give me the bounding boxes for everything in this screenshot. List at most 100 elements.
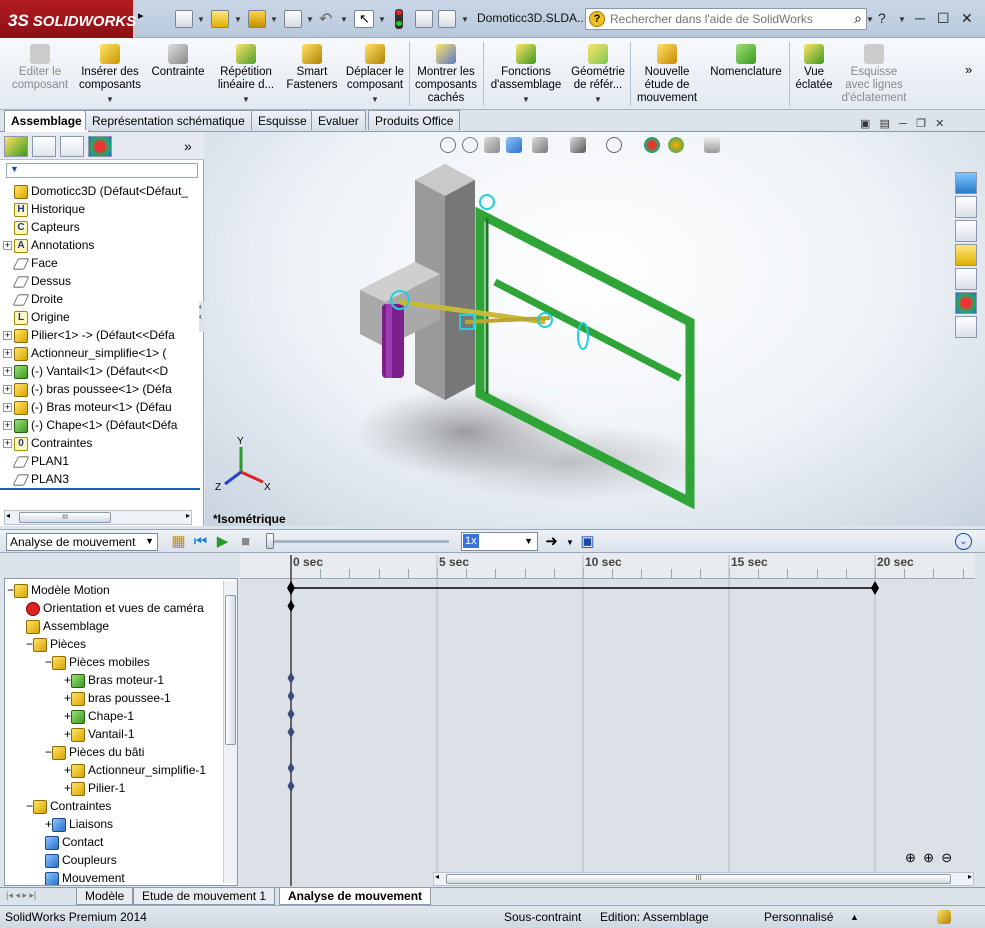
expand-plus-icon[interactable]: + bbox=[64, 691, 71, 705]
help-dropdown-icon[interactable]: ▼ bbox=[898, 15, 906, 24]
display-manager-tab-icon[interactable] bbox=[88, 136, 112, 157]
expand-plus-icon[interactable]: + bbox=[64, 727, 71, 741]
expand-plus-icon[interactable]: + bbox=[3, 385, 12, 395]
motion-tree-item[interactable]: + bras poussee-1 bbox=[64, 689, 171, 707]
help-search-input[interactable] bbox=[610, 11, 835, 27]
insert-components-button[interactable]: Insérer des composants ▼ bbox=[75, 38, 145, 110]
units-caret-icon[interactable]: ▲ bbox=[850, 912, 859, 922]
collapse-minus-icon[interactable]: − bbox=[45, 655, 52, 669]
tab-assemblage[interactable]: Assemblage bbox=[4, 110, 89, 132]
tab-nav-arrows-icon[interactable]: |◂ ◂ ▸ ▸| bbox=[6, 890, 36, 901]
viewport-split-icon[interactable]: ▣ bbox=[860, 118, 870, 130]
motion-tree-item[interactable]: Assemblage bbox=[26, 617, 109, 635]
motion-tree-item[interactable]: + Actionneur_simplifie-1 bbox=[64, 761, 206, 779]
scroll-thumb[interactable]: III bbox=[19, 512, 111, 523]
collapse-minus-icon[interactable]: − bbox=[26, 799, 33, 813]
playback-mode-dropdown-icon[interactable]: ▼ bbox=[566, 538, 574, 547]
display-style-icon[interactable] bbox=[570, 137, 586, 153]
view-orientation-icon[interactable] bbox=[532, 137, 548, 153]
smart-fasteners-button[interactable]: Smart Fasteners bbox=[283, 38, 341, 110]
select-dropdown-icon[interactable]: ▼ bbox=[378, 15, 386, 24]
options-dropdown-icon[interactable]: ▼ bbox=[461, 15, 469, 24]
status-tooltip-icon[interactable] bbox=[937, 910, 951, 924]
units-status[interactable]: Personnalisé bbox=[764, 910, 833, 924]
motion-tree-item[interactable]: − Pièces bbox=[26, 635, 86, 653]
feature-tree-item[interactable]: C Capteurs bbox=[0, 218, 200, 236]
property-manager-tab-icon[interactable] bbox=[32, 136, 56, 157]
expand-plus-icon[interactable]: + bbox=[3, 349, 12, 359]
help-search-box[interactable]: ? ⌕ bbox=[585, 8, 867, 30]
motion-tree-item[interactable]: + Pilier-1 bbox=[64, 779, 125, 797]
edit-component-button[interactable]: Editer le composant bbox=[5, 38, 75, 110]
motion-tree-item[interactable]: + Chape-1 bbox=[64, 707, 134, 725]
collapse-motion-manager-icon[interactable]: ⌄ bbox=[955, 533, 972, 550]
key-point[interactable] bbox=[287, 672, 295, 684]
expand-plus-icon[interactable]: + bbox=[64, 673, 71, 687]
assembly-features-caret-icon[interactable]: ▼ bbox=[522, 93, 530, 106]
more-commands-icon[interactable]: » bbox=[965, 62, 972, 77]
feature-tree-item[interactable]: + (-) Chape<1> (Défaut<Défa bbox=[0, 416, 200, 434]
explode-line-sketch-button[interactable]: Esquisse avec lignes d'éclatement bbox=[838, 38, 910, 110]
viewport-minimize-icon[interactable]: ─ bbox=[899, 118, 907, 130]
tab-produits-office[interactable]: Produits Office bbox=[368, 110, 461, 130]
solidworks-resources-icon[interactable] bbox=[955, 172, 977, 194]
feature-tree-item[interactable]: +0 Contraintes bbox=[0, 434, 200, 452]
key-point-start[interactable] bbox=[287, 581, 295, 595]
playback-slider-thumb[interactable] bbox=[266, 533, 274, 549]
scroll-right-icon[interactable]: ▸ bbox=[186, 511, 190, 520]
zoom-fit-icon[interactable]: ⊕ bbox=[905, 850, 916, 865]
new-document-icon[interactable] bbox=[175, 10, 193, 28]
feature-tree-item[interactable]: Domoticc3D (Défaut<Défaut_ bbox=[0, 182, 200, 200]
appearances-icon[interactable] bbox=[955, 292, 977, 314]
save-warning-icon[interactable] bbox=[248, 10, 266, 28]
show-hidden-components-button[interactable]: Montrer les composants cachés bbox=[411, 38, 481, 110]
feature-tree-item[interactable]: + (-) Bras moteur<1> (Défau bbox=[0, 398, 200, 416]
expand-plus-icon[interactable]: + bbox=[3, 439, 12, 449]
viewport-close-icon[interactable]: ✕ bbox=[935, 118, 944, 130]
feature-tree-item[interactable]: PLAN3 bbox=[0, 470, 200, 488]
play-from-start-icon[interactable]: ⏮ bbox=[192, 533, 209, 550]
key-point[interactable] bbox=[287, 690, 295, 702]
expand-plus-icon[interactable]: + bbox=[3, 241, 12, 251]
print-dropdown-icon[interactable]: ▼ bbox=[306, 15, 314, 24]
undo-icon[interactable]: ↶ bbox=[319, 9, 332, 29]
maximize-icon[interactable]: ☐ bbox=[937, 10, 950, 27]
feature-tree-scrollbar[interactable]: ◂ III ▸ bbox=[4, 510, 192, 525]
collapse-minus-icon[interactable]: − bbox=[45, 745, 52, 759]
new-dropdown-icon[interactable]: ▼ bbox=[197, 15, 205, 24]
expand-plus-icon[interactable]: + bbox=[3, 403, 12, 413]
solidworks-logo[interactable]: 3S SOLIDWORKS bbox=[0, 0, 136, 38]
tab-etude-de-mouvement-1[interactable]: Etude de mouvement 1 bbox=[133, 888, 276, 905]
tab-modele[interactable]: Modèle bbox=[76, 888, 134, 905]
new-motion-study-button[interactable]: Nouvelle étude de mouvement bbox=[633, 38, 701, 110]
scene-icon[interactable] bbox=[668, 137, 684, 153]
key-point[interactable] bbox=[287, 600, 295, 612]
feature-tree-item[interactable]: Droite bbox=[0, 290, 200, 308]
motion-tree-item[interactable]: Mouvement bbox=[45, 869, 125, 885]
tl-scroll-left-icon[interactable]: ◂ bbox=[435, 872, 439, 881]
tab-evaluer[interactable]: Evaluer bbox=[311, 110, 366, 130]
motion-tree-item[interactable]: − Pièces du bâti bbox=[45, 743, 144, 761]
section-view-icon[interactable] bbox=[506, 137, 522, 153]
actuator-cylinder[interactable] bbox=[382, 304, 404, 378]
motion-tree-scroll-thumb[interactable] bbox=[225, 595, 236, 745]
help-icon[interactable]: ? bbox=[878, 10, 886, 26]
expand-plus-icon[interactable]: + bbox=[64, 763, 71, 777]
zoom-out-icon[interactable]: ⊖ bbox=[941, 850, 952, 865]
key-point-end[interactable] bbox=[871, 581, 879, 595]
feature-tree-item[interactable]: Dessus bbox=[0, 272, 200, 290]
save-dropdown-icon[interactable]: ▼ bbox=[270, 15, 278, 24]
mate-button[interactable]: Contrainte bbox=[146, 38, 210, 110]
configuration-manager-tab-icon[interactable] bbox=[60, 136, 84, 157]
zoom-area-icon[interactable] bbox=[462, 137, 478, 153]
previous-view-icon[interactable] bbox=[484, 137, 500, 153]
feature-tree-item[interactable]: + A Annotations bbox=[0, 236, 200, 254]
rollback-bar[interactable] bbox=[0, 488, 200, 490]
view-settings-icon[interactable] bbox=[704, 137, 720, 153]
folder-icon[interactable] bbox=[955, 244, 977, 266]
playback-speed-select[interactable]: 1x ▼ bbox=[461, 532, 538, 551]
linear-pattern-button[interactable]: Répétition linéaire d... ▼ bbox=[211, 38, 281, 110]
feature-tree-item[interactable]: Face bbox=[0, 254, 200, 272]
zoom-to-fit-icon[interactable] bbox=[440, 137, 456, 153]
speed-dropdown-icon[interactable]: ▼ bbox=[524, 536, 533, 546]
